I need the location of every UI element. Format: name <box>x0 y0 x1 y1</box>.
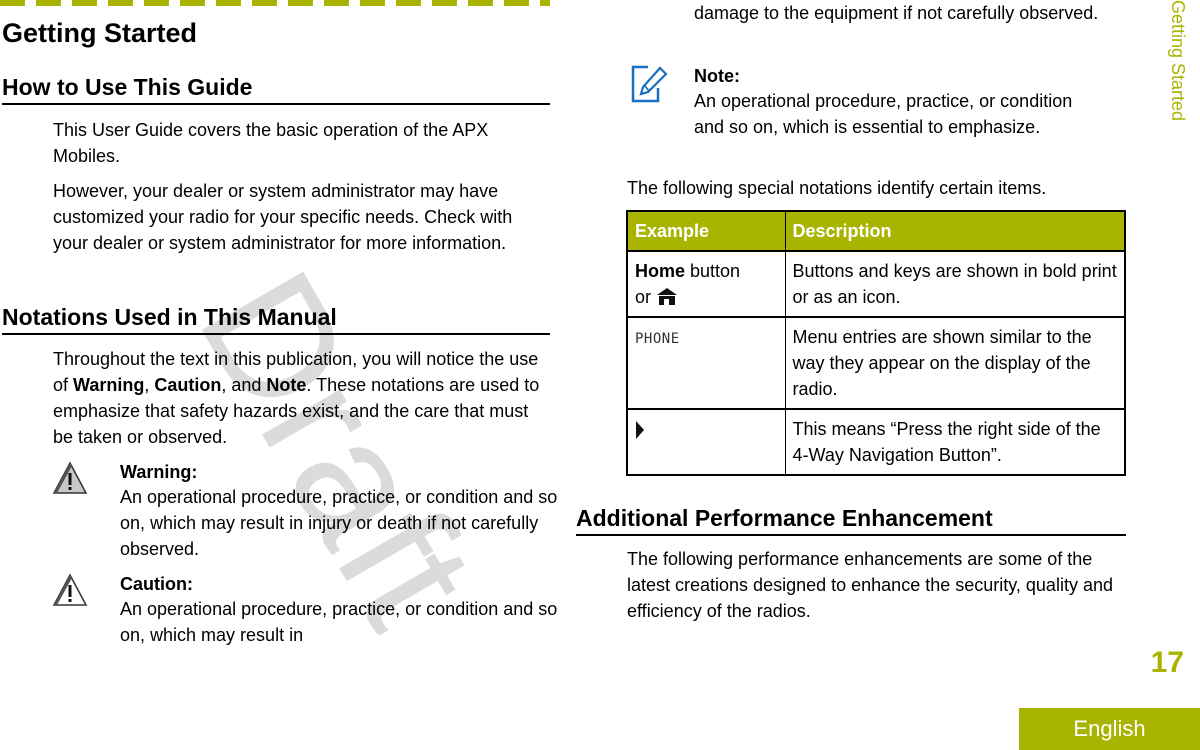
warning-title: Warning: <box>120 462 198 482</box>
caution-triangle-icon <box>52 573 88 606</box>
table-row: Home button or Buttons and keys are show… <box>627 251 1126 318</box>
warning-body: An operational procedure, practice, or c… <box>120 487 558 559</box>
example-cell <box>627 409 786 475</box>
description-cell: Buttons and keys are shown in bold print… <box>785 251 1126 318</box>
text: or <box>635 287 657 307</box>
paragraph-notations: Throughout the text in this publication,… <box>53 346 548 450</box>
menu-entry-phone: PHONE <box>635 331 680 347</box>
notations-table: Example Description Home button or Butto… <box>626 210 1126 476</box>
caution-body: An operational procedure, practice, or c… <box>120 599 558 645</box>
table-intro: The following special notations identify… <box>627 178 1047 198</box>
text: , <box>144 375 155 395</box>
page-number: 17 <box>1150 646 1184 679</box>
example-cell: PHONE <box>627 317 786 410</box>
section-heading-additional: Additional Performance Enhancement <box>576 505 1126 536</box>
table-header-row: Example Description <box>627 211 1126 252</box>
home-label: Home <box>635 261 686 281</box>
right-arrow-icon <box>636 421 644 439</box>
bold-warning: Warning <box>73 375 145 395</box>
description-cell: This means “Press the right side of the … <box>785 409 1126 475</box>
header-dash-bar <box>0 0 550 6</box>
description-cell: Menu entries are shown similar to the wa… <box>785 317 1126 410</box>
example-cell: Home button or <box>627 251 786 318</box>
note-body: An operational procedure, practice, or c… <box>694 91 1073 137</box>
language-tab: English <box>1019 708 1200 750</box>
text: , and <box>221 375 267 395</box>
side-tab-chapter: Getting Started <box>1168 0 1188 122</box>
column-header-description: Description <box>785 211 1126 252</box>
note-pencil-icon <box>631 65 668 103</box>
table-row: PHONE Menu entries are shown similar to … <box>627 317 1126 410</box>
paragraph-dealer: However, your dealer or system administr… <box>53 181 513 253</box>
caution-title: Caution: <box>120 574 193 594</box>
note-notice: Note: An operational procedure, practice… <box>630 64 1130 164</box>
bold-note: Note <box>266 375 307 395</box>
section-heading-notations: Notations Used in This Manual <box>2 304 550 335</box>
note-title: Note: <box>694 66 740 86</box>
home-icon <box>657 288 678 305</box>
bold-caution: Caution <box>154 375 222 395</box>
text: button <box>685 261 741 281</box>
caution-body-continued: damage to the equipment if not carefully… <box>694 3 1099 23</box>
caution-notice: Caution: An operational procedure, pract… <box>52 572 557 652</box>
section-heading-how-to-use: How to Use This Guide <box>2 74 550 105</box>
table-row: This means “Press the right side of the … <box>627 409 1126 475</box>
warning-triangle-icon <box>52 461 88 494</box>
column-header-example: Example <box>627 211 786 252</box>
warning-notice: Warning: An operational procedure, pract… <box>52 460 557 570</box>
paragraph-additional: The following performance enhancements a… <box>627 549 1113 621</box>
paragraph-intro: This User Guide covers the basic operati… <box>53 120 489 166</box>
chapter-title: Getting Started <box>2 18 198 48</box>
